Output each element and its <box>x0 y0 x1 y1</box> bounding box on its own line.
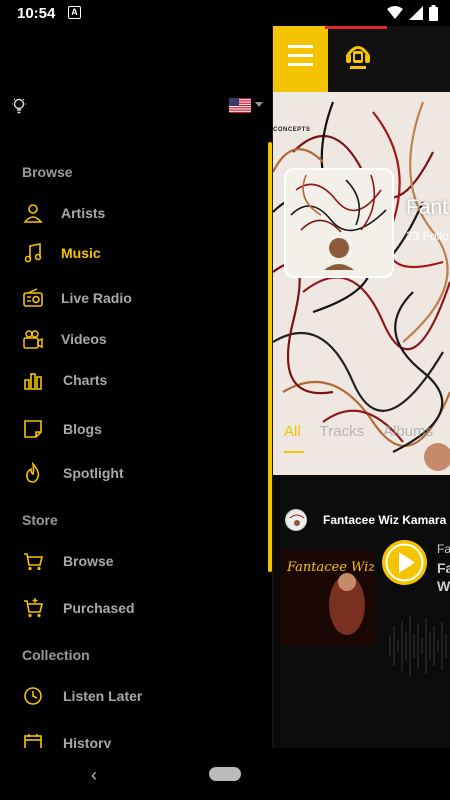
nav-item-artists[interactable]: Artists <box>22 200 105 226</box>
battery-icon <box>429 5 438 21</box>
waveform-graphic <box>389 616 447 676</box>
lightbulb-theme-icon[interactable] <box>11 97 27 115</box>
nav-label-videos: Videos <box>61 331 107 347</box>
track-line-1: Fa <box>437 542 450 556</box>
system-nav-bar: ‹ <box>0 748 450 800</box>
track-line-3: W <box>437 578 450 594</box>
nav-item-history[interactable]: History <box>22 730 111 748</box>
hero-watermark: CONCEPTS <box>273 127 311 133</box>
artist-avatar[interactable] <box>284 168 394 278</box>
artist-icon <box>23 204 43 223</box>
play-icon <box>385 543 424 582</box>
navigation-drawer: Browse Artists Music Live Radio Videos C… <box>0 26 273 748</box>
app-toolbar <box>273 26 450 92</box>
nav-item-live-radio[interactable]: Live Radio <box>22 285 132 311</box>
status-bar: 10:54 A <box>0 0 450 26</box>
avatar-photo <box>286 170 392 276</box>
clock-icon <box>24 687 42 705</box>
home-pill-button[interactable] <box>209 767 241 781</box>
section-store: Store <box>22 512 58 528</box>
us-flag-language-icon[interactable] <box>229 98 251 113</box>
nav-item-purchased[interactable]: Purchased <box>22 595 135 621</box>
hamburger-menu-button[interactable] <box>273 26 328 92</box>
nav-item-blogs[interactable]: Blogs <box>22 416 102 442</box>
tab-albums[interactable]: Albums <box>383 423 433 440</box>
radio-icon <box>23 288 43 307</box>
artist-followers: 23 Follo <box>406 229 449 243</box>
nav-item-charts[interactable]: Charts <box>22 367 107 393</box>
nav-label-history: History <box>63 735 112 748</box>
nav-item-spotlight[interactable]: Spotlight <box>22 460 124 486</box>
nav-label-live-radio: Live Radio <box>61 290 132 306</box>
drawer-scrollbar[interactable] <box>268 142 272 572</box>
wifi-icon <box>387 6 403 19</box>
album-cover[interactable]: Fantacee Wiz <box>281 550 374 645</box>
music-note-icon <box>24 243 42 263</box>
signal-icon <box>409 6 423 20</box>
bar-chart-icon <box>24 373 42 390</box>
calendar-icon <box>24 734 42 748</box>
play-button[interactable] <box>382 540 427 585</box>
shopping-cart-icon <box>24 553 44 571</box>
hero-hair-art <box>273 101 450 471</box>
nav-label-blogs: Blogs <box>63 421 102 437</box>
feed-avatar <box>285 509 307 531</box>
note-icon <box>24 420 42 438</box>
a-notification-icon: A <box>68 6 81 19</box>
section-collection: Collection <box>22 647 90 663</box>
artist-hero: CONCEPTS Fant 23 Follo All Tracks Albums <box>273 92 450 475</box>
track-line-2: Fa <box>437 560 450 576</box>
tab-active-indicator <box>284 451 304 453</box>
feed-artist-name: Fantacee Wiz Kamara <box>323 513 447 527</box>
status-icons <box>387 5 438 21</box>
tab-all[interactable]: All <box>284 423 301 440</box>
nav-label-store-browse: Browse <box>63 553 114 569</box>
nav-label-spotlight: Spotlight <box>63 465 124 481</box>
language-dropdown-caret-icon[interactable] <box>255 102 263 107</box>
toolbar-accent-strip <box>325 26 387 29</box>
nav-label-music: Music <box>61 245 101 261</box>
main-content: CONCEPTS Fant 23 Follo All Tracks Albums… <box>273 26 450 748</box>
feed-header[interactable]: Fantacee Wiz Kamara <box>285 509 446 531</box>
nav-label-artists: Artists <box>61 205 106 221</box>
app-logo-icon[interactable] <box>345 42 371 72</box>
nav-item-music[interactable]: Music <box>22 240 101 266</box>
nav-label-charts: Charts <box>63 372 108 388</box>
flame-icon <box>26 462 40 483</box>
album-title: Fantacee Wiz <box>287 560 374 575</box>
video-camera-icon <box>23 330 43 349</box>
nav-item-videos[interactable]: Videos <box>22 326 107 352</box>
artist-name: Fant <box>406 196 449 219</box>
nav-item-listen-later[interactable]: Listen Later <box>22 683 142 709</box>
cart-add-icon <box>24 598 44 618</box>
nav-label-listen-later: Listen Later <box>63 688 143 704</box>
tab-tracks[interactable]: Tracks <box>320 423 364 440</box>
section-browse: Browse <box>22 164 73 180</box>
back-button[interactable]: ‹ <box>91 765 97 786</box>
status-time: 10:54 <box>17 5 56 22</box>
nav-item-store-browse[interactable]: Browse <box>22 548 114 574</box>
nav-label-purchased: Purchased <box>63 600 135 616</box>
artist-tabs: All Tracks Albums <box>284 423 433 440</box>
